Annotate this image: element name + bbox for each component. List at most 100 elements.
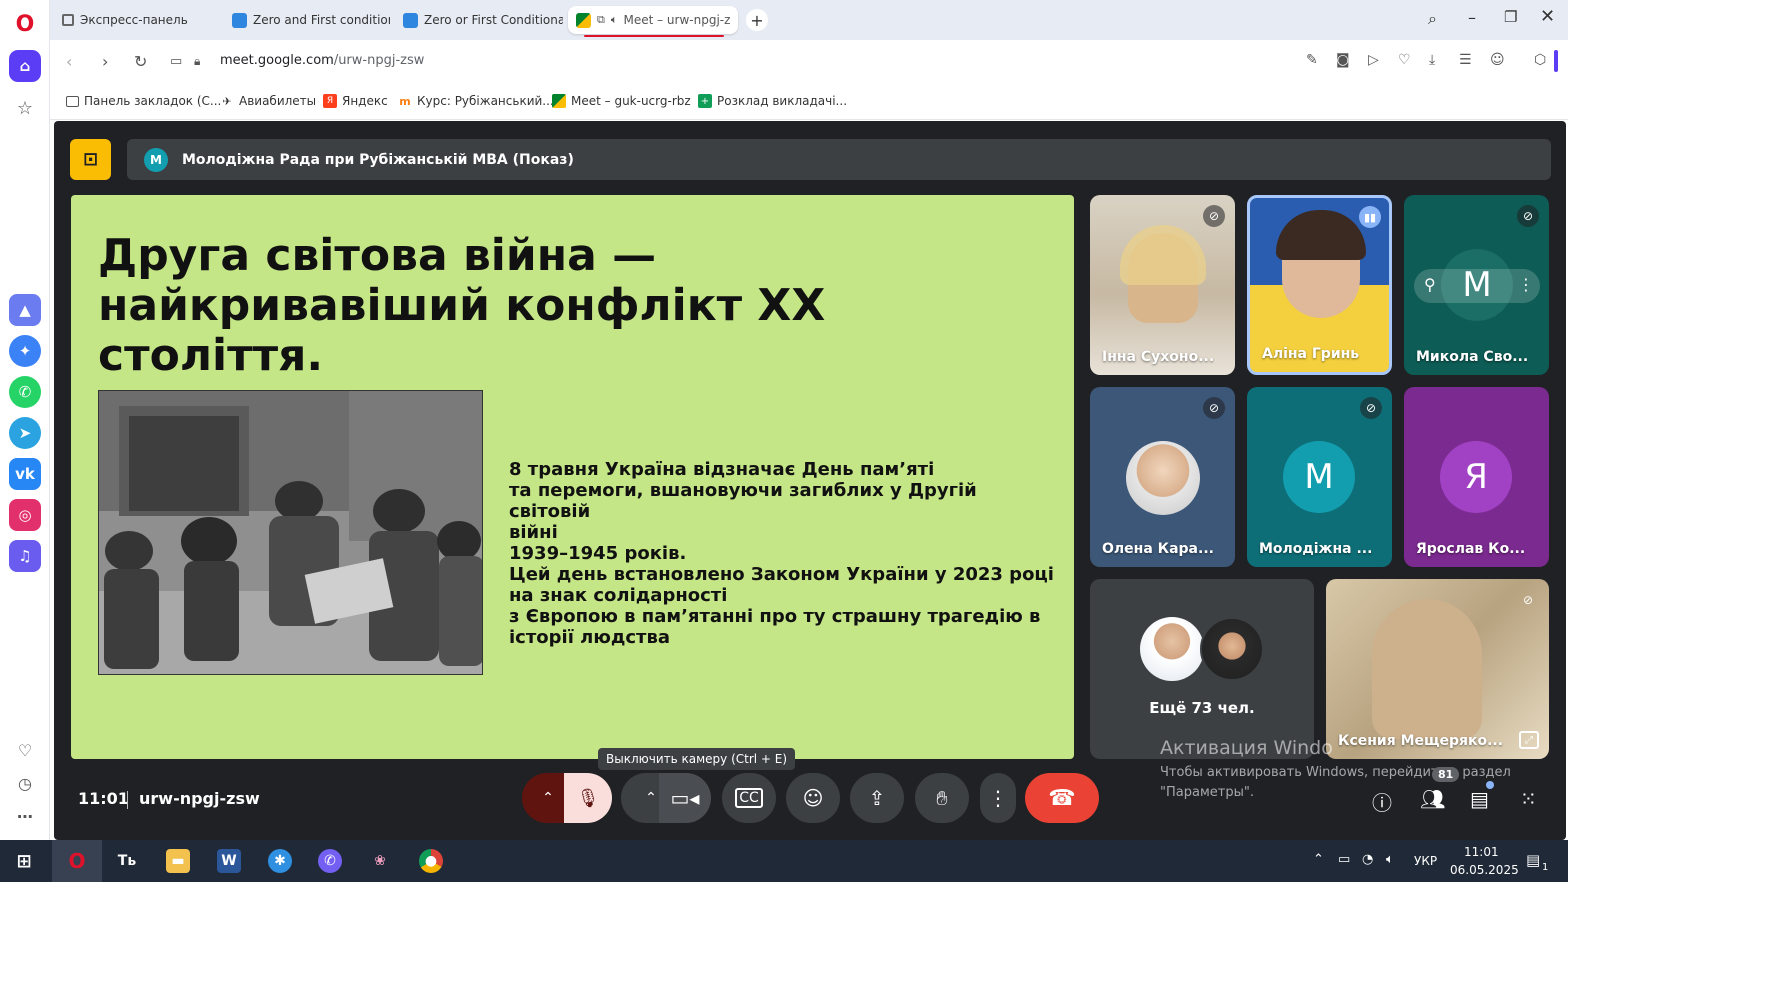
raise-hand-button[interactable]: ✋︎ [915, 773, 969, 823]
textbook-taskbar-icon[interactable]: Ть [115, 849, 139, 873]
forward-icon[interactable]: › [102, 52, 108, 71]
participant-tile-speaking[interactable]: ▮▮ Аліна Гринь [1247, 195, 1392, 375]
captions-button[interactable]: CC [722, 773, 776, 823]
more-options-icon[interactable]: ⋮ [1518, 275, 1534, 294]
yandex-icon: Я [323, 94, 337, 108]
telegram-icon[interactable]: ➤ [9, 417, 41, 449]
history-icon[interactable]: ◷ [9, 767, 41, 799]
edit-icon[interactable]: ✎ [1306, 52, 1318, 68]
bookmark-label: Авиабилеты [239, 94, 317, 108]
bookmark-yandex[interactable]: Я Яндекс [323, 94, 388, 108]
end-call-icon: ☎︎ [1048, 785, 1076, 811]
clock-date[interactable]: 06.05.2025 [1450, 863, 1519, 877]
tab-zero-first-1[interactable]: Zero and First conditional [224, 6, 390, 34]
presentation-door-icon[interactable]: ⊡ [70, 139, 111, 180]
participant-tile[interactable]: Я Ярослав Ко... [1404, 387, 1549, 567]
file-explorer-icon[interactable]: ▬ [166, 849, 190, 873]
activities-icon[interactable]: ⁙ [1520, 787, 1537, 811]
opera-taskbar-icon[interactable]: O [65, 849, 89, 873]
people-icon[interactable]: 👥︎ [1420, 787, 1445, 811]
close-icon[interactable]: ✕ [1540, 6, 1555, 27]
instagram-icon[interactable]: ◎ [9, 499, 41, 531]
participant-video-hair [1120, 225, 1206, 285]
bookmark-flights[interactable]: ✈ Авиабилеты [220, 94, 316, 108]
star-icon[interactable]: ☆ [9, 92, 41, 124]
search-tabs-icon[interactable]: ⌕ [1428, 9, 1437, 29]
mic-off-icon: ⊘ [1522, 593, 1534, 607]
extensions-icon[interactable]: ⬡ [1534, 52, 1546, 68]
wordwall-icon [403, 12, 418, 28]
volume-icon[interactable]: 🔈︎ [1386, 852, 1394, 867]
viber-icon[interactable]: ✆ [318, 849, 342, 873]
expand-icon[interactable]: ⤢ [1519, 731, 1539, 749]
heart-icon[interactable]: ♡ [9, 734, 41, 766]
participant-tile[interactable]: ⊘ Інна Сухоно... [1090, 195, 1235, 375]
reactions-button[interactable]: ☺ [786, 773, 840, 823]
mic-off-icon: ⊘ [1360, 397, 1382, 419]
messenger-icon[interactable]: ✦ [9, 335, 41, 367]
aria-icon[interactable]: ▲ [9, 294, 41, 326]
word-icon[interactable]: W [217, 849, 241, 873]
more-participants-tile[interactable]: Ещё 73 чел. [1090, 579, 1314, 759]
home-icon[interactable]: ⌂ [9, 50, 41, 82]
hand-icon: ✋︎ [936, 786, 948, 810]
tray-chevron-icon[interactable]: ⌃ [1313, 852, 1324, 867]
mic-toggle-button[interactable]: 🎙︎ [564, 773, 612, 823]
bookmark-course[interactable]: m Курс: Рубіжанський... [398, 94, 553, 108]
whatsapp-icon[interactable]: ✆ [9, 376, 41, 408]
flow-icon[interactable]: ▷ [1368, 52, 1379, 68]
participant-tile[interactable]: M ⚲ ⋮ ⊘ Микола Сво... [1404, 195, 1549, 375]
participant-tile[interactable]: ⊘ Олена Кара... [1090, 387, 1235, 567]
slide-line: 8 травня Україна відзначає День пам’яті [509, 459, 935, 480]
favorites-icon[interactable]: ♡ [1398, 52, 1411, 68]
tab-speed-dial[interactable]: Экспресс-панель [54, 6, 219, 34]
leave-call-button[interactable]: ☎︎ [1025, 773, 1099, 823]
camera-site-icon[interactable]: ▭ [170, 54, 182, 69]
download-icon[interactable]: ⤓ [1429, 52, 1435, 68]
tab-audio-indicator [584, 35, 724, 37]
windows-activation-text: Чтобы активировать Windows, перейдите в … [1160, 763, 1511, 803]
more-icon[interactable]: ⋯ [9, 800, 41, 832]
pip-icon[interactable]: ⧉ [597, 13, 605, 27]
self-view-tile[interactable]: ⊘ Ксения Мещеряко... ⤢ [1326, 579, 1549, 759]
slide-body: 8 травня Україна відзначає День пам’яті … [509, 459, 1064, 648]
paint-icon[interactable]: ❀ [368, 849, 392, 873]
profile-icon[interactable]: ☺ [1490, 52, 1505, 68]
windows-start-icon[interactable]: ⊞ [12, 849, 36, 873]
new-tab-icon[interactable]: + [746, 9, 768, 31]
music-player-icon[interactable]: ♫ [9, 540, 41, 572]
tab-meet[interactable]: ⧉ 🔈︎ Meet – urw-npgj-z [568, 6, 738, 34]
language-indicator[interactable]: УКР [1414, 854, 1437, 868]
address-bar: ‹ › ↻ ▭ 🔒︎ meet.google.com/urw-npgj-zsw … [50, 40, 1568, 82]
present-button[interactable]: ⇪ [850, 773, 904, 823]
mic-off-icon: ⊘ [1517, 205, 1539, 227]
opera-logo-icon[interactable]: O [9, 8, 41, 40]
more-options-button[interactable]: ⋮ [980, 773, 1016, 823]
easy-setup-icon[interactable]: ☰ [1459, 52, 1472, 68]
camera-toggle-button[interactable]: ▭◂ [659, 773, 711, 823]
minimize-icon[interactable]: – [1468, 8, 1476, 27]
lock-icon[interactable]: 🔒︎ [194, 54, 200, 69]
tab-zero-first-2[interactable]: Zero or First Conditional - [395, 6, 563, 34]
vk-icon[interactable]: vk [9, 458, 41, 490]
url-field[interactable]: meet.google.com/urw-npgj-zsw [220, 53, 424, 68]
snapshot-icon[interactable]: ◙ [1336, 52, 1350, 68]
chrome-icon[interactable]: ● [419, 849, 443, 873]
battery-icon[interactable]: ▭ [1338, 852, 1350, 867]
settings-app-icon[interactable]: ✱ [268, 849, 292, 873]
bookmark-schedule[interactable]: + Розклад викладачі... [698, 94, 847, 108]
back-icon[interactable]: ‹ [66, 52, 72, 71]
chat-icon[interactable]: ▤ [1470, 787, 1489, 811]
participant-name: Ярослав Ко... [1416, 541, 1526, 557]
meeting-info-icon[interactable]: ⓘ [1372, 787, 1392, 816]
maximize-icon[interactable]: ❐ [1504, 8, 1517, 26]
participant-tile[interactable]: M ⊘ Молодіжна ... [1247, 387, 1392, 567]
pin-icon[interactable]: ⚲ [1424, 275, 1436, 294]
reload-icon[interactable]: ↻ [134, 52, 147, 71]
network-icon[interactable]: ◔ [1362, 852, 1373, 867]
notifications-icon[interactable]: ▤ [1526, 851, 1540, 869]
bookmark-panel[interactable]: Панель закладок (С... [66, 94, 221, 108]
clock-time[interactable]: 11:01 [1464, 845, 1499, 859]
speaker-icon[interactable]: 🔈︎ [611, 13, 618, 27]
bookmark-meet[interactable]: Meet – guk-ucrg-rbz [552, 94, 691, 108]
